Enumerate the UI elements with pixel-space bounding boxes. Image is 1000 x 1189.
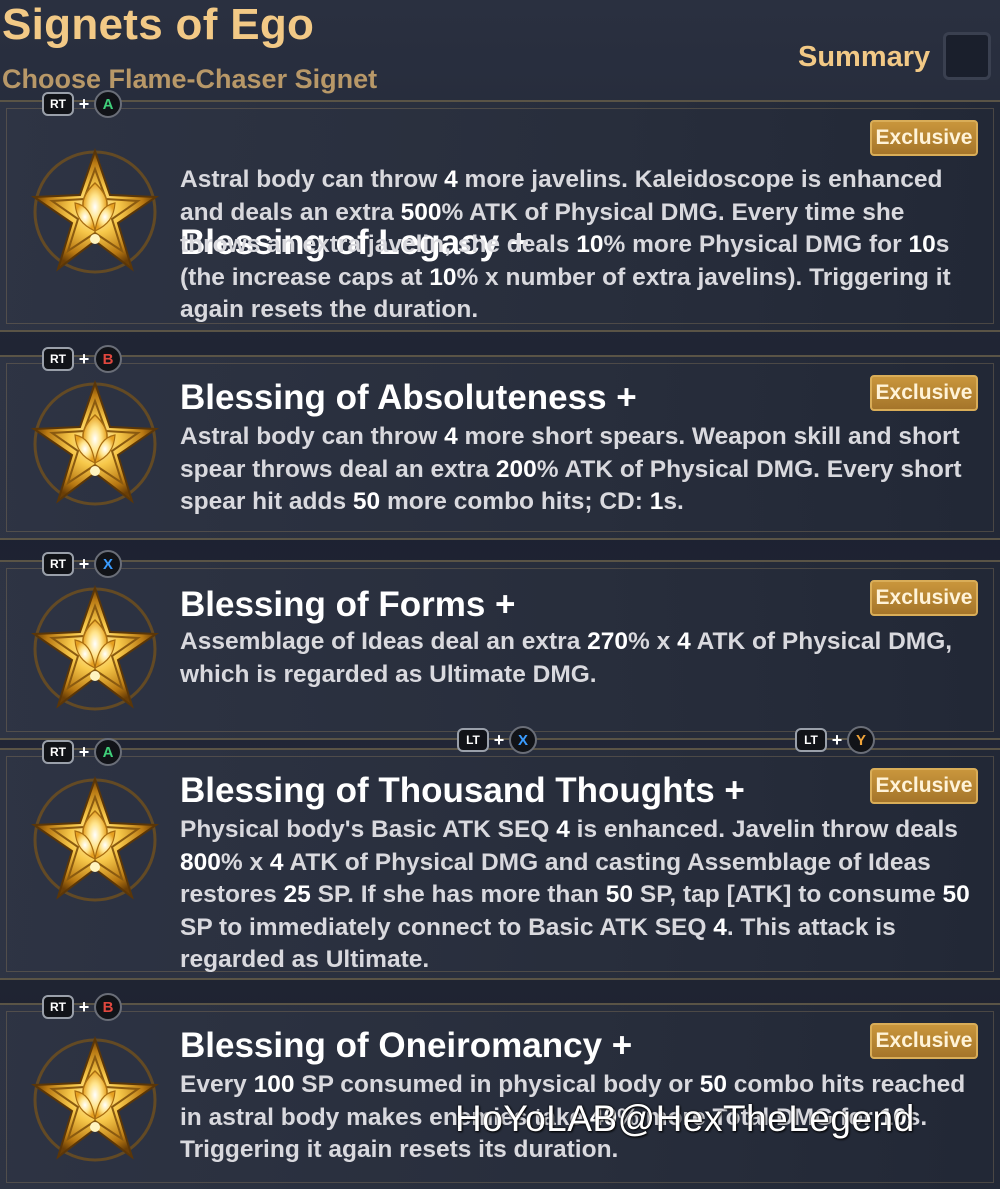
x-button-icon: X [94, 550, 122, 578]
a-button-icon: A [94, 90, 122, 118]
signet-card[interactable]: Blessing of Legacy + Exclusive Astral bo… [0, 100, 1000, 332]
summary-button[interactable] [943, 32, 991, 80]
signet-title: Blessing of Thousand Thoughts + [180, 771, 745, 810]
x-button-icon: X [509, 726, 537, 754]
plus-sign: + [78, 996, 90, 1017]
shortcut-combo: RT + A [42, 738, 122, 766]
watermark: HoYoLAB@HexTheLegend [455, 1098, 915, 1139]
signet-title: Blessing of Oneiromancy + [180, 1026, 633, 1065]
signet-description: Assemblage of Ideas deal an extra 270% x… [180, 628, 953, 688]
b-button-icon: B [94, 345, 122, 373]
plus-sign: + [493, 729, 505, 750]
signet-emblem-icon [30, 379, 160, 509]
plus-sign: + [78, 741, 90, 762]
shortcut-combo-lt-x: LT + X [457, 726, 537, 754]
signet-description: Astral body can throw 4 more javelins. K… [180, 166, 951, 323]
signet-emblem-icon [30, 147, 160, 277]
lt-trigger-icon: LT [795, 728, 827, 752]
signet-description: Astral body can throw 4 more short spear… [180, 423, 962, 515]
shortcut-combo: RT + B [42, 993, 122, 1021]
rt-trigger-icon: RT [42, 740, 74, 764]
plus-sign: + [78, 93, 90, 114]
shortcut-combo: RT + A [42, 90, 122, 118]
a-button-icon: A [94, 738, 122, 766]
summary-label[interactable]: Summary [798, 40, 930, 74]
signet-title: Blessing of Forms + [180, 585, 516, 624]
exclusive-badge: Exclusive [870, 768, 978, 804]
plus-sign: + [831, 729, 843, 750]
exclusive-badge: Exclusive [870, 1023, 978, 1059]
plus-sign: + [78, 553, 90, 574]
signet-emblem-icon [30, 1035, 160, 1165]
signet-card[interactable]: Blessing of Forms + Exclusive Assemblage… [0, 560, 1000, 740]
shortcut-combo: RT + B [42, 345, 122, 373]
lt-trigger-icon: LT [457, 728, 489, 752]
signet-emblem-icon [30, 584, 160, 714]
signet-card[interactable]: Blessing of Oneiromancy + Exclusive Ever… [0, 1003, 1000, 1189]
y-button-icon: Y [847, 726, 875, 754]
signet-card[interactable]: Blessing of Absoluteness + Exclusive Ast… [0, 355, 1000, 540]
signet-description: Physical body's Basic ATK SEQ 4 is enhan… [180, 816, 970, 973]
b-button-icon: B [94, 993, 122, 1021]
plus-sign: + [78, 348, 90, 369]
page-title: Signets of Ego [2, 0, 315, 49]
shortcut-combo: RT + X [42, 550, 122, 578]
exclusive-badge: Exclusive [870, 375, 978, 411]
exclusive-badge: Exclusive [870, 120, 978, 156]
exclusive-badge: Exclusive [870, 580, 978, 616]
signet-card[interactable]: Blessing of Thousand Thoughts + Exclusiv… [0, 748, 1000, 980]
rt-trigger-icon: RT [42, 552, 74, 576]
shortcut-combo-lt-y: LT + Y [795, 726, 875, 754]
signet-title: Blessing of Absoluteness + [180, 378, 637, 417]
signet-emblem-icon [30, 775, 160, 905]
rt-trigger-icon: RT [42, 347, 74, 371]
rt-trigger-icon: RT [42, 995, 74, 1019]
rt-trigger-icon: RT [42, 92, 74, 116]
